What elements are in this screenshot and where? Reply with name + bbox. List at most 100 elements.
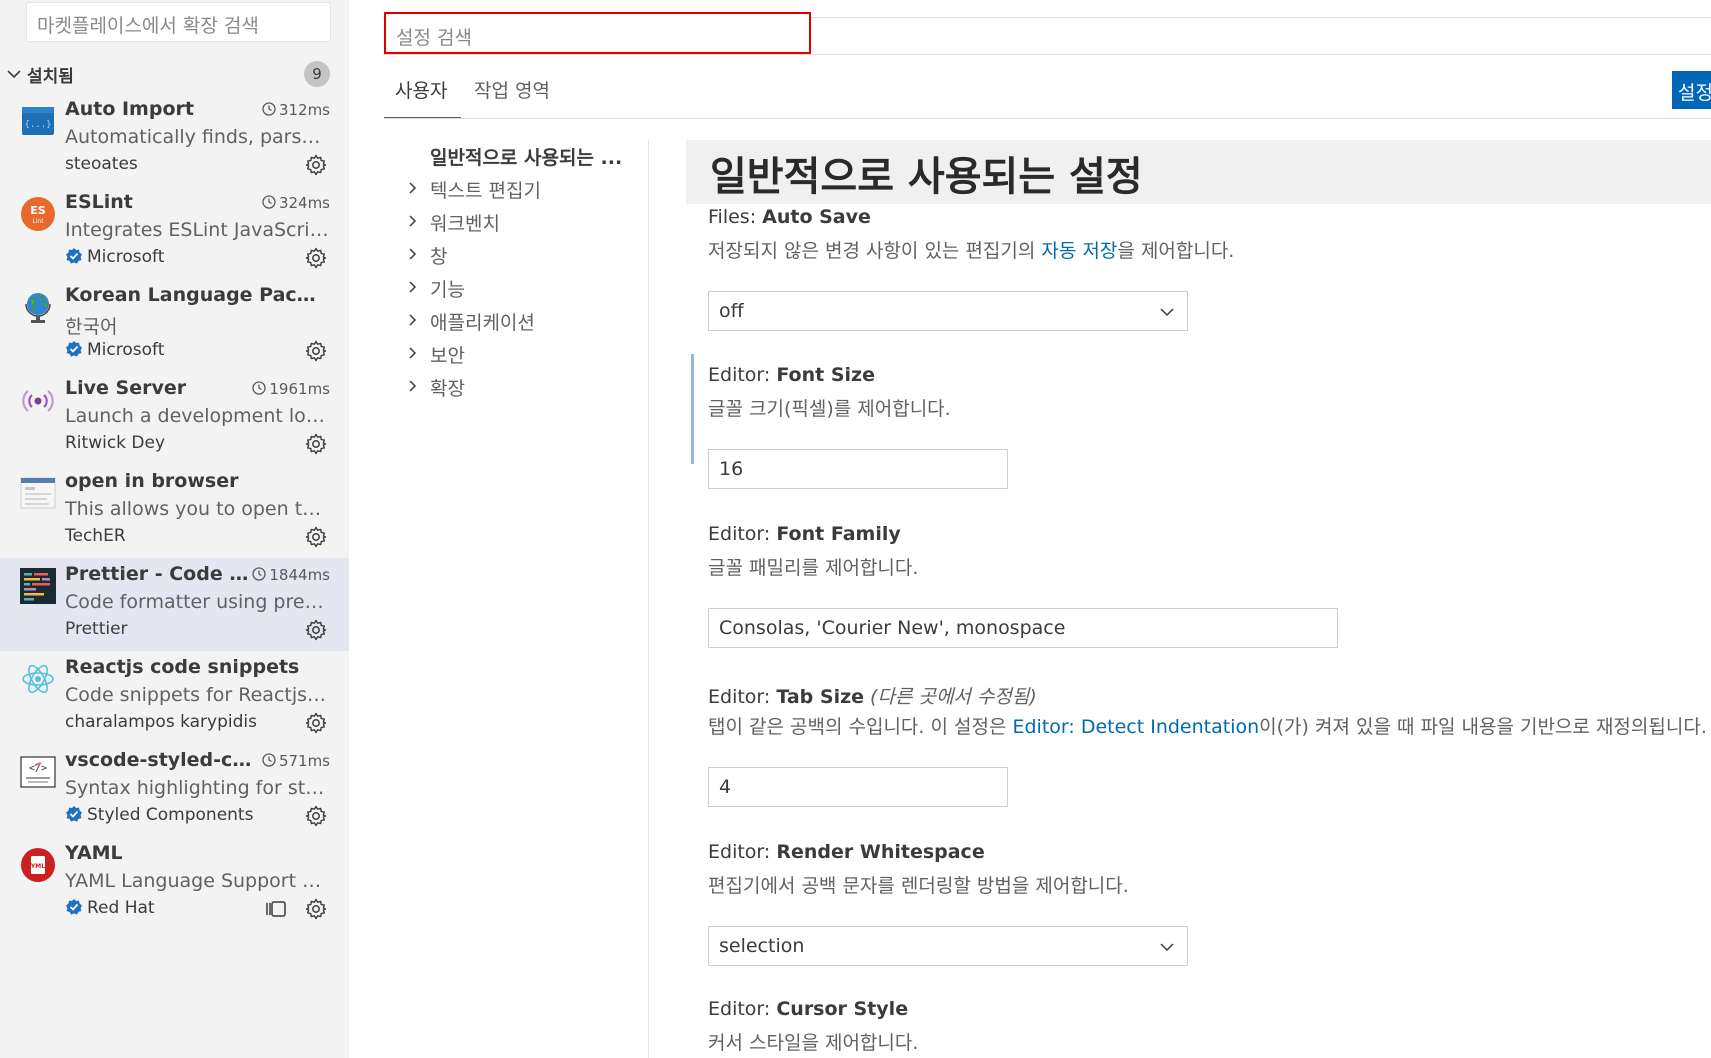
styled-components-icon: </> — [20, 756, 56, 788]
extension-item-reactjs-snippets[interactable]: Reactjs code snippets Code snippets for … — [0, 651, 349, 744]
setting-title: Editor: Cursor Style — [708, 998, 908, 1020]
extension-publisher: TechER — [65, 526, 126, 546]
extension-name: Prettier - Code for... — [65, 563, 255, 585]
extension-name: Korean Language Pack for ... — [65, 284, 327, 306]
setting-key: Render Whitespace — [776, 841, 985, 863]
toc-item-label: 텍스트 편집기 — [430, 180, 541, 202]
desc-text: 을 제어합니다. — [1117, 240, 1235, 262]
extension-item-live-server[interactable]: Live Server 1961ms Launch a development … — [0, 372, 349, 465]
font-size-input[interactable]: 16 — [708, 449, 1008, 489]
tab-size-input[interactable]: 4 — [708, 767, 1008, 807]
extension-description: Code formatter using prettier — [65, 591, 330, 613]
verified-publisher-icon — [66, 341, 82, 357]
extension-description: 한국어 — [65, 316, 118, 338]
installed-section-header[interactable]: 설치됨 9 — [0, 56, 349, 92]
detect-indentation-link[interactable]: Editor: Detect Indentation — [1012, 716, 1259, 738]
toc-item-text-editor[interactable]: 텍스트 편집기 — [384, 173, 654, 206]
extension-item-styled-components[interactable]: </> vscode-styled-com... 571ms Syntax hi… — [0, 744, 349, 837]
setting-editor-render-whitespace: Editor: Render Whitespace 편집기에서 공백 문자를 렌… — [686, 841, 1711, 981]
activation-time-value: 324ms — [278, 194, 330, 212]
publisher-name: Red Hat — [87, 898, 155, 918]
toc-item-window[interactable]: 창 — [384, 239, 654, 272]
toc-item-workbench[interactable]: 워크벤치 — [384, 206, 654, 239]
chevron-right-icon — [409, 281, 417, 293]
setting-category: Editor: — [708, 523, 777, 545]
toc-item-features[interactable]: 기능 — [384, 272, 654, 305]
prettier-icon — [20, 568, 56, 604]
chevron-right-icon — [409, 182, 417, 194]
toc-item-security[interactable]: 보안 — [384, 338, 654, 371]
settings-editor: 설정 검색 사용자 작업 영역 설정 일반적으로 사용되는 ... 텍스트 편집… — [349, 0, 1711, 1058]
chevron-down-icon — [7, 70, 21, 79]
group-title: 일반적으로 사용되는 설정 — [710, 154, 1143, 200]
extension-publisher: Microsoft — [65, 340, 164, 360]
activation-time-value: 571ms — [278, 752, 330, 770]
tab-user[interactable]: 사용자 — [384, 76, 461, 119]
dropdown-value: off — [719, 300, 744, 322]
activation-time: 571ms — [261, 752, 330, 770]
verified-publisher-icon — [66, 806, 82, 822]
extension-search-input[interactable]: 마켓플레이스에서 확장 검색 — [26, 2, 331, 42]
settings-list: 일반적으로 사용되는 설정 Files: Auto Save 저장되지 않은 변… — [686, 140, 1711, 1058]
setting-description: 편집기에서 공백 문자를 렌더링할 방법을 제어합니다. — [708, 875, 1129, 897]
tab-workspace[interactable]: 작업 영역 — [474, 76, 550, 119]
setting-files-auto-save: Files: Auto Save 저장되지 않은 변경 사항이 있는 편집기의 … — [686, 206, 1711, 346]
setting-editor-font-size: Editor: Font Size 글꼴 크기(픽셀)를 제어합니다. 16 — [686, 354, 1711, 504]
extension-publisher: charalampos karypidis — [65, 712, 257, 732]
history-icon — [252, 381, 267, 395]
activation-time: 324ms — [261, 194, 330, 212]
gear-icon[interactable] — [304, 525, 328, 549]
setting-description: 저장되지 않은 변경 사항이 있는 편집기의 자동 저장을 제어합니다. — [708, 236, 1234, 263]
setting-title: Editor: Font Family — [708, 523, 901, 545]
chevron-right-icon — [409, 215, 417, 227]
font-family-input[interactable]: Consolas, 'Courier New', monospace — [708, 608, 1338, 648]
gear-icon[interactable] — [304, 153, 328, 177]
gear-icon[interactable] — [304, 246, 328, 270]
extension-name: vscode-styled-com... — [65, 749, 255, 771]
live-server-icon — [22, 390, 54, 412]
chevron-right-icon — [409, 380, 417, 392]
gear-icon[interactable] — [304, 897, 328, 921]
auto-save-link[interactable]: 자동 저장 — [1041, 240, 1117, 262]
extension-description: Integrates ESLint JavaScript i... — [65, 219, 330, 241]
extension-name: Reactjs code snippets — [65, 656, 300, 678]
setting-title: Editor: Render Whitespace — [708, 841, 985, 863]
desc-text: 탭이 같은 공백의 수입니다. 이 설정은 — [708, 716, 1013, 738]
chevron-down-icon — [1160, 308, 1174, 317]
gear-icon[interactable] — [304, 432, 328, 456]
toc-item-application[interactable]: 애플리케이션 — [384, 305, 654, 338]
gear-icon[interactable] — [304, 711, 328, 735]
history-icon — [262, 195, 276, 209]
extension-publisher: steoates — [65, 154, 138, 174]
extension-item-auto-import[interactable]: {...} Auto Import 312ms Automatically fi… — [0, 93, 349, 186]
setting-key: Font Family — [776, 523, 901, 545]
toc-item-extensions[interactable]: 확장 — [384, 371, 654, 404]
installed-section-label: 설치됨 — [27, 67, 74, 87]
group-header: 일반적으로 사용되는 설정 — [686, 140, 1711, 204]
auto-save-dropdown[interactable]: off — [708, 291, 1188, 331]
svg-text:YML: YML — [30, 863, 45, 870]
yaml-icon: YML — [21, 848, 55, 882]
render-whitespace-dropdown[interactable]: selection — [708, 926, 1188, 966]
modified-elsewhere-label[interactable]: (다른 곳에서 수정됨) — [870, 686, 1037, 708]
desc-text: 저장되지 않은 변경 사항이 있는 편집기의 — [708, 240, 1042, 262]
sync-settings-button[interactable]: 설정 — [1672, 71, 1711, 109]
settings-search-input[interactable]: 설정 검색 — [384, 12, 811, 54]
gear-icon[interactable] — [304, 339, 328, 363]
extension-item-prettier[interactable]: Prettier - Code for... 1844ms Code forma… — [0, 558, 349, 651]
gear-icon[interactable] — [304, 804, 328, 828]
extension-item-open-in-browser[interactable]: open in browser This allows you to open … — [0, 465, 349, 558]
svg-text:ES: ES — [30, 204, 46, 217]
extension-item-eslint[interactable]: ES Lint ESLint 324ms Integrates ESLint Ja… — [0, 186, 349, 279]
extension-item-yaml[interactable]: YML YAML YAML Language Support by ... Re… — [0, 837, 349, 930]
sync-ignored-icon[interactable] — [265, 899, 287, 919]
gear-icon[interactable] — [304, 618, 328, 642]
toc-item-label: 창 — [430, 246, 448, 268]
extension-item-korean-language-pack[interactable]: Korean Language Pack for ... 한국어 Microso… — [0, 279, 349, 372]
toc-item-label: 확장 — [430, 378, 465, 400]
setting-description: 글꼴 패밀리를 제어합니다. — [708, 557, 919, 579]
activation-time: 1844ms — [251, 566, 330, 584]
toc-item-commonly-used[interactable]: 일반적으로 사용되는 ... — [384, 140, 654, 173]
toc-item-label: 워크벤치 — [430, 213, 500, 235]
setting-description: 커서 스타일을 제어합니다. — [708, 1032, 919, 1054]
